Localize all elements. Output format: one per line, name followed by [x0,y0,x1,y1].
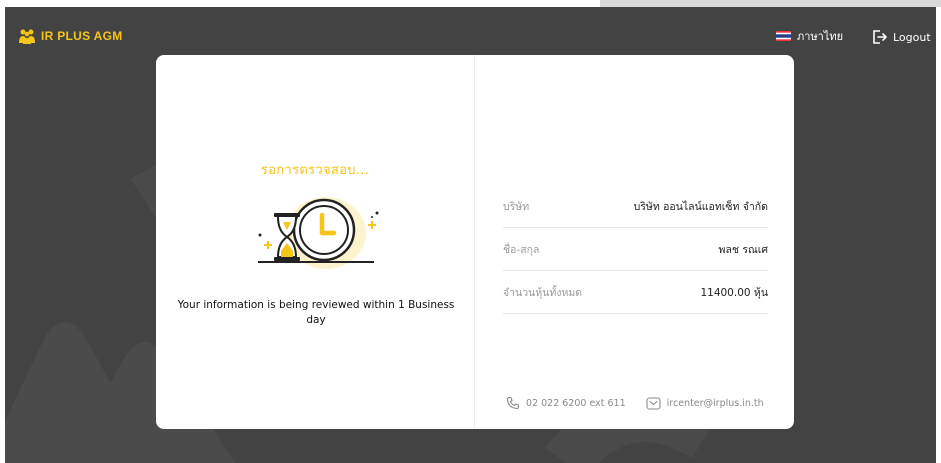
logout-label: Logout [893,30,931,44]
status-message: Your information is being reviewed withi… [177,299,455,326]
app-window: IR PLUS AGM ภาษาไทย Logout รอการตรวจสอบ.… [5,7,936,463]
status-title: รอการตรวจสอบ... [260,163,370,178]
name-label: ชื่อ-สกุล [503,243,540,256]
phone-number[interactable]: 02 022 6200 ext 611 [526,398,626,409]
shares-value: 11400.00 หุ้น [700,286,768,299]
screenshot-frame: IR PLUS AGM ภาษาไทย Logout รอการตรวจสอบ.… [0,0,941,463]
card-divider [474,55,475,429]
brand-name: IR PLUS AGM [41,29,123,43]
brand-logo[interactable]: IR PLUS AGM [18,28,123,44]
top-strip [0,0,941,7]
contact-info: 02 022 6200 ext 611 ircenter@irplus.in.t… [506,395,764,411]
name-row: ชื่อ-สกุล พลช รณเศ [503,228,768,271]
logout-icon [873,30,887,44]
hourglass-clock-illustration [258,197,379,269]
company-label: บริษัท [503,200,530,213]
phone-icon [506,396,520,410]
company-value: บริษัท ออนไลน์แอทเซ็ท จำกัด [633,200,768,213]
review-status-card: รอการตรวจสอบ... Your information is bein… [156,55,794,429]
language-switcher[interactable]: ภาษาไทย [776,28,843,44]
thai-flag-icon [776,31,791,41]
shares-label: จำนวนหุ้นทั้งหมด [503,286,583,299]
language-label: ภาษาไทย [797,30,844,43]
logout-button[interactable]: Logout [871,28,931,46]
shares-row: จำนวนหุ้นทั้งหมด 11400.00 หุ้น [503,271,768,314]
people-logo-icon [19,29,35,44]
top-bar: IR PLUS AGM ภาษาไทย Logout [5,7,936,55]
name-value: พลช รณเศ [718,243,768,256]
company-row: บริษัท บริษัท ออนไลน์แอทเซ็ท จำกัด [503,185,768,228]
email-address[interactable]: ircenter@irplus.in.th [667,398,764,409]
mail-icon [646,396,661,410]
